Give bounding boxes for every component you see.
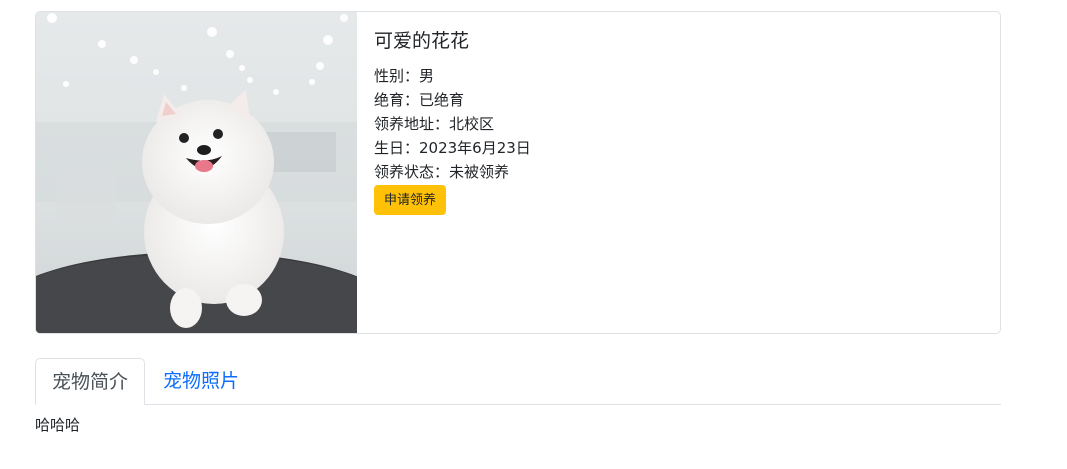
pet-gender: 性别：男 <box>374 67 435 85</box>
pet-neutered: 绝育：已绝育 <box>374 91 465 109</box>
pet-adoption-status: 领养状态：未被领养 <box>374 163 510 181</box>
pet-birthday: 生日：2023年6月23日 <box>374 139 531 157</box>
pet-address: 领养地址：北校区 <box>374 115 495 133</box>
tab-bar: 宠物简介 宠物照片 <box>35 358 1001 405</box>
pet-name: 可爱的花花 <box>374 30 470 52</box>
tab-content-text: 哈哈哈 <box>35 416 81 434</box>
tab-pet-intro[interactable]: 宠物简介 <box>35 358 146 405</box>
apply-adoption-button[interactable]: 申请领养 <box>374 185 447 215</box>
pet-photo <box>36 12 357 333</box>
pet-info: 可爱的花花 性别：男 绝育：已绝育 领养地址：北校区 生日：2023年6月23日… <box>357 12 531 333</box>
pet-card: 可爱的花花 性别：男 绝育：已绝育 领养地址：北校区 生日：2023年6月23日… <box>35 11 1001 334</box>
tab-pet-photos[interactable]: 宠物照片 <box>147 358 255 404</box>
